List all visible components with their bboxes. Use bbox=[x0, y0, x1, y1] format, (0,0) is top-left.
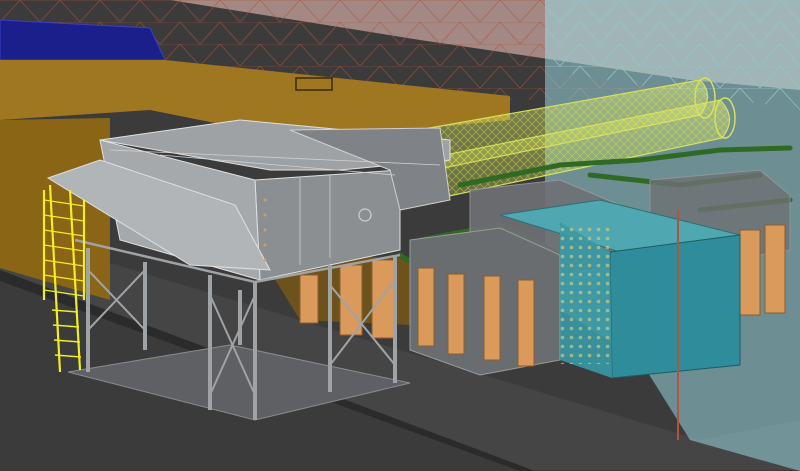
teal-transformer-front bbox=[609, 234, 741, 379]
3d-scene[interactable] bbox=[0, 0, 800, 471]
perforated-screen bbox=[560, 224, 610, 364]
cad-viewport[interactable] bbox=[0, 0, 800, 471]
